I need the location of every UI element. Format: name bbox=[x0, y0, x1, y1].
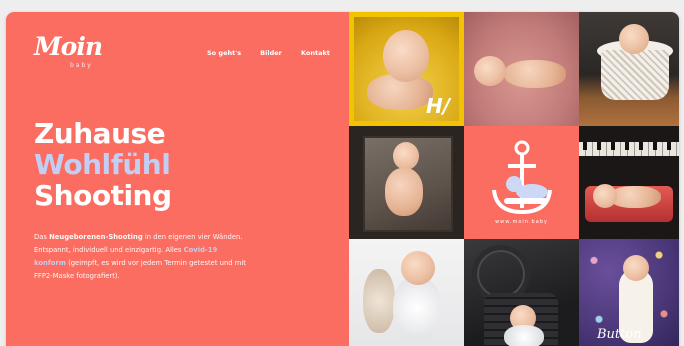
photo-gallery: H/ www.moin.baby Button bbox=[349, 12, 679, 346]
hero-heading-line-3: Shooting bbox=[34, 179, 172, 212]
description-bold: Neugeborenen-Shooting bbox=[49, 232, 143, 241]
baby-face bbox=[619, 24, 649, 54]
gallery-photo-6[interactable] bbox=[579, 126, 679, 239]
wicker-basket bbox=[601, 50, 669, 100]
baby-face bbox=[393, 142, 419, 170]
baby-onesie bbox=[393, 277, 441, 339]
gallery-photo-2[interactable] bbox=[464, 12, 579, 126]
nav-link-bilder[interactable]: Bilder bbox=[260, 49, 282, 57]
description-text-1: Das bbox=[34, 232, 50, 241]
gallery-photo-1[interactable]: H/ bbox=[349, 12, 464, 126]
teddy-bear bbox=[363, 269, 395, 333]
baby-blanket bbox=[504, 325, 544, 346]
baby-face bbox=[383, 30, 429, 82]
nav-link-so-gehts[interactable]: So geht's bbox=[207, 49, 241, 57]
baby-body bbox=[385, 168, 423, 216]
baby-face bbox=[593, 184, 617, 208]
gallery-photo-9[interactable]: Button bbox=[579, 239, 679, 346]
description-text-3: (geimpft, es wird vor jedem Termin getes… bbox=[34, 258, 246, 280]
gallery-photo-7[interactable] bbox=[349, 239, 464, 346]
baby-face bbox=[474, 56, 506, 86]
logo-subtext: baby bbox=[70, 62, 93, 69]
baby-face bbox=[401, 251, 435, 285]
hero-heading-line-1: Zuhause bbox=[34, 117, 166, 150]
logo-text: Moin bbox=[34, 32, 103, 61]
gallery-photo-4[interactable] bbox=[349, 126, 464, 239]
hero-panel: Moin baby So geht's Bilder Kontakt Zuhau… bbox=[6, 12, 349, 346]
baby-face bbox=[623, 255, 649, 281]
piano-black-keys bbox=[579, 142, 679, 150]
gallery-logo-tile[interactable]: www.moin.baby bbox=[464, 126, 579, 239]
hero-heading: Zuhause Wohlfühl Shooting bbox=[34, 118, 172, 211]
hero-description: Das Neugeborenen-Shooting in den eigenen… bbox=[34, 231, 249, 283]
baby-body bbox=[504, 60, 566, 88]
main-nav: So geht's Bilder Kontakt bbox=[207, 40, 344, 59]
photo-script-text: Button bbox=[597, 327, 642, 342]
gallery-photo-3[interactable] bbox=[579, 12, 679, 126]
nav-link-kontakt[interactable]: Kontakt bbox=[301, 49, 330, 57]
site-logo[interactable]: Moin baby bbox=[34, 32, 104, 80]
logo-tile-caption: www.moin.baby bbox=[495, 219, 548, 225]
hero-heading-line-2: Wohlfühl bbox=[34, 148, 171, 181]
gallery-photo-8[interactable] bbox=[464, 239, 579, 346]
photo-watermark: H/ bbox=[425, 94, 450, 118]
website-frame: Moin baby So geht's Bilder Kontakt Zuhau… bbox=[6, 12, 679, 346]
